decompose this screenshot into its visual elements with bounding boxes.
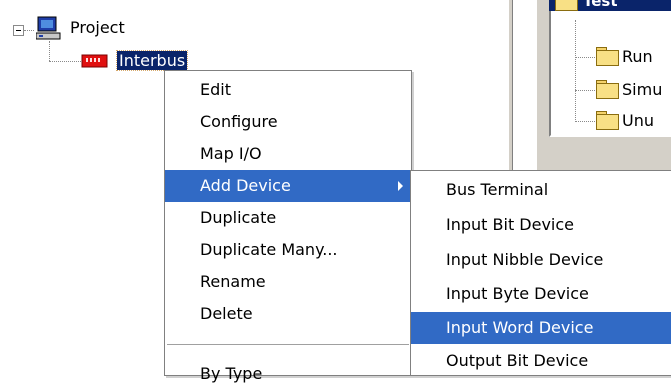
menu-item-rename[interactable]: Rename [165,266,411,298]
folder-icon [555,0,578,11]
submenu-item-bus-terminal[interactable]: Bus Terminal [411,174,671,206]
right-pane-header: Test [549,0,671,11]
tree-connector [575,121,595,122]
folder-icon [596,80,619,99]
menu-item-configure[interactable]: Configure [165,106,411,138]
bus-device-icon [81,52,109,70]
right-tree-item-unu[interactable]: Unu [622,111,654,131]
menu-separator [167,344,409,345]
submenu-item-input-nibble-device[interactable]: Input Nibble Device [411,244,671,276]
tree-connector [575,20,576,122]
collapse-toggle[interactable] [13,25,24,36]
menu-item-add-device[interactable]: Add Device [165,170,411,202]
tree-connector [575,90,595,91]
folder-icon [596,111,619,130]
menu-item-delete[interactable]: Delete [165,298,411,330]
folder-icon [596,47,619,66]
right-tree-item-simu[interactable]: Simu [622,80,662,100]
right-pane-title: Test [583,0,618,10]
submenu-item-output-bit-device[interactable]: Output Bit Device [411,345,671,377]
submenu-arrow-icon [398,181,403,191]
menu-item-edit[interactable]: Edit [165,74,411,106]
submenu-item-input-word-device[interactable]: Input Word Device [411,312,671,344]
submenu-item-input-byte-device[interactable]: Input Byte Device [411,278,671,310]
tree-connector [24,30,34,31]
tree-connector [575,57,595,58]
computer-icon [35,16,66,42]
menu-item-by-type[interactable]: By Type [165,358,411,390]
menu-item-map-io[interactable]: Map I/O [165,138,411,170]
context-menu: Edit Configure Map I/O Add Device Duplic… [164,70,412,383]
right-tree-item-run[interactable]: Run [622,47,653,67]
tree-item-interbus-label: Interbus [115,50,189,71]
tree-item-interbus[interactable]: Interbus [115,50,189,71]
menu-item-add-device-label: Add Device [200,176,291,195]
add-device-submenu: Bus Terminal Input Bit Device Input Nibb… [410,170,671,376]
menu-item-duplicate[interactable]: Duplicate [165,202,411,234]
tree-item-project[interactable]: Project [70,18,125,38]
tree-connector [49,41,50,61]
tree-connector [49,61,81,62]
menu-item-duplicate-many[interactable]: Duplicate Many... [165,234,411,266]
submenu-item-input-bit-device[interactable]: Input Bit Device [411,209,671,241]
